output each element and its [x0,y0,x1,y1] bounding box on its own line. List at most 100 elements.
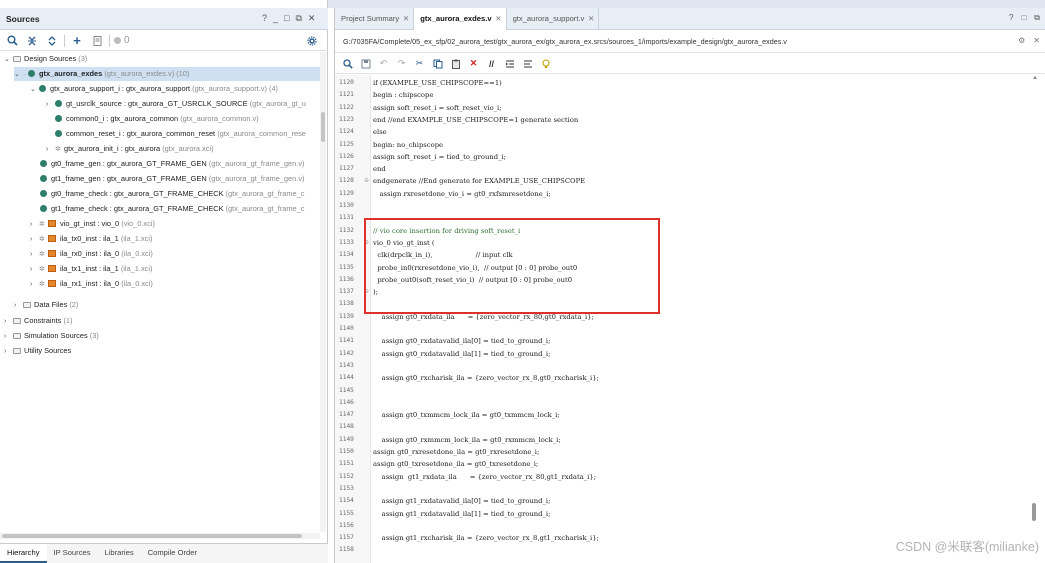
tree-item[interactable]: › Data Files (2) [14,298,78,312]
code-line[interactable]: 1140 [335,323,1035,335]
search-icon[interactable] [341,57,354,70]
tree-item[interactable]: › ✲ ila_rx1_inst : ila_0 (ila_0.xci) [30,277,153,291]
chevron-right-icon[interactable]: › [30,218,39,232]
settings-gear-icon[interactable]: ⚙ [1018,36,1025,45]
tree-item[interactable]: › ✲ gtx_aurora_init_i : gtx_aurora (gtx_au… [46,142,214,156]
tree-horizontal-scrollbar[interactable] [0,533,320,539]
float-button[interactable]: ⧉ [1034,13,1040,23]
tree-item[interactable]: common_reset_i : gtx_aurora_common_reset… [55,127,306,141]
close-button[interactable]: ✕ [308,13,316,24]
chevron-right-icon[interactable]: › [4,345,13,359]
code-line[interactable]: 1151 assign gt0_txresetdone_ila = gt0_txr… [335,458,1035,470]
code-line[interactable]: 1148 [335,421,1035,433]
code-line[interactable]: 1122 assign soft_reset_i = soft_reset_vio… [335,102,1035,114]
paste-icon[interactable] [449,57,462,70]
tab-libraries[interactable]: Libraries [98,544,141,563]
scrollbar-thumb[interactable] [2,534,302,538]
chevron-down-icon[interactable]: ⌄ [14,68,23,82]
code-line[interactable]: 1133 ⊖ vio_0 vio_gt_inst ( [335,237,1035,249]
tree-item[interactable]: gt1_frame_gen : gtx_aurora_GT_FRAME_GEN … [40,172,304,186]
chevron-right-icon[interactable]: › [30,248,39,262]
tree-item[interactable]: › Utility Sources [4,344,71,358]
code-line[interactable]: 1139 assign gt0_rxdata_ila = {zero_vecto… [335,311,1035,323]
tree-item[interactable]: ⌄ Design Sources (3) [4,52,87,66]
editor-vertical-scrollbar[interactable] [1030,75,1038,555]
code-line[interactable]: 1134 clk(drpclk_in_i), // input clk [335,249,1035,261]
code-line[interactable]: 1126 assign soft_reset_i = tied_to_ground… [335,151,1035,163]
tree-item[interactable]: common0_i : gtx_aurora_common (gtx_auror… [55,112,259,126]
tree-item[interactable]: › Constraints (1) [4,314,73,328]
code-line[interactable]: 1150 assign gt0_rxresetdone_ila = gt0_rxr… [335,446,1035,458]
code-line[interactable]: 1144 assign gt0_rxcharisk_ila = {zero_ve… [335,372,1035,384]
close-tab-icon[interactable]: ✕ [403,8,409,30]
code-line[interactable]: 1138 [335,298,1035,310]
tree-item[interactable]: › ✲ ila_tx0_inst : ila_1 (ila_1.xci) [30,232,152,246]
undo-icon[interactable]: ↶ [377,57,390,70]
tab-ip-sources[interactable]: IP Sources [47,544,98,563]
save-icon[interactable] [359,57,372,70]
scrollbar-thumb[interactable] [321,112,325,142]
code-line[interactable]: 1147 assign gt0_txmmcm_lock_ila = gt0_tx… [335,409,1035,421]
search-icon[interactable] [4,33,20,49]
code-line[interactable]: 1131 [335,212,1035,224]
settings-gear-icon[interactable] [304,33,320,49]
tree-item[interactable]: gt1_frame_check : gtx_aurora_GT_FRAME_CH… [40,202,304,216]
restore-button[interactable]: □ [284,13,289,24]
fold-marker-icon[interactable]: ⊖ [364,286,369,298]
tree-item[interactable]: › ✲ ila_tx1_inst : ila_1 (ila_1.xci) [30,262,152,276]
close-tab-icon[interactable]: ✕ [495,8,501,30]
code-line[interactable]: 1120 if (EXAMPLE_USE_CHIPSCOPE==1) [335,77,1035,89]
chevron-right-icon[interactable]: › [46,143,55,157]
code-line[interactable]: 1130 [335,200,1035,212]
code-line[interactable]: 1132 // vio core insertion for driving so… [335,225,1035,237]
tree-item[interactable]: ⌄ gtx_aurora_support_i : gtx_aurora_suppo… [30,82,278,96]
chevron-right-icon[interactable]: › [30,233,39,247]
code-line[interactable]: 1154 assign gt1_rxdatavalid_ila[0] = tie… [335,495,1035,507]
code-line[interactable]: 1152 assign gt1_rxdata_ila = {zero_vecto… [335,471,1035,483]
chevron-right-icon[interactable]: › [30,278,39,292]
chevron-right-icon[interactable]: › [14,299,23,313]
help-button[interactable]: ? [1009,13,1013,23]
copy-icon[interactable] [431,57,444,70]
tree-item[interactable]: gt0_frame_check : gtx_aurora_GT_FRAME_CH… [40,187,304,201]
help-button[interactable]: ? [262,13,267,24]
collapse-all-icon[interactable] [24,33,40,49]
code-line[interactable]: 1141 assign gt0_rxdatavalid_ila[0] = tie… [335,335,1035,347]
cut-icon[interactable]: ✂ [413,57,426,70]
tab-project-summary[interactable]: Project Summary ✕ [335,8,415,30]
tree-item[interactable]: › ✲ ila_rx0_inst : ila_0 (ila_0.xci) [30,247,153,261]
format-icon[interactable] [521,57,534,70]
close-file-icon[interactable]: ✕ [1033,36,1040,45]
redo-icon[interactable]: ↷ [395,57,408,70]
chevron-right-icon[interactable]: › [4,330,13,344]
expand-all-icon[interactable] [44,33,60,49]
code-line[interactable]: 1123 end //end EXAMPLE_USE_CHIPSCOPE=1 ge… [335,114,1035,126]
document-icon[interactable] [89,33,105,49]
chevron-right-icon[interactable]: › [4,315,13,329]
tree-item-selected[interactable]: ⌄ ·· gtx_aurora_exdes (gtx_aurora_exdes.v)… [14,67,322,81]
code-line[interactable]: 1127 end [335,163,1035,175]
code-line[interactable]: 1124 else [335,126,1035,138]
code-line[interactable]: 1155 assign gt1_rxdatavalid_ila[1] = tie… [335,508,1035,520]
delete-icon[interactable]: ✕ [467,57,480,70]
comment-icon[interactable]: // [485,57,498,70]
code-editor[interactable]: 1120 if (EXAMPLE_USE_CHIPSCOPE==1) 1121 beg… [335,75,1039,563]
code-line[interactable]: 1125 begin: no_chipscope [335,139,1035,151]
chevron-right-icon[interactable]: › [46,98,55,112]
fold-marker-icon[interactable]: ⊖ [364,237,369,249]
float-button[interactable]: ⧉ [295,13,301,24]
tree-item[interactable]: › ✲ vio_gt_inst : vio_0 (vio_0.xci) [30,217,155,231]
add-sources-icon[interactable]: + [69,33,85,49]
tab-gtx-aurora-support[interactable]: gtx_aurora_support.v ✕ [507,8,600,30]
code-line[interactable]: 1137 ⊖); [335,286,1035,298]
chevron-right-icon[interactable]: › [30,263,39,277]
code-line[interactable]: 1135 probe_in0(rxresetdone_vio_i), // ou… [335,262,1035,274]
code-line[interactable]: 1136 probe_out0(soft_reset_vio_i) // out… [335,274,1035,286]
close-tab-icon[interactable]: ✕ [588,8,594,30]
code-line[interactable]: 1146 [335,397,1035,409]
code-line[interactable]: 1121 begin : chipscope [335,89,1035,101]
scrollbar-thumb[interactable] [1032,503,1036,521]
code-line[interactable]: 1143 [335,360,1035,372]
tree-item[interactable]: › gt_usrclk_source : gtx_aurora_GT_USRCLK… [46,97,306,111]
tree-item[interactable]: › Simulation Sources (3) [4,329,99,343]
